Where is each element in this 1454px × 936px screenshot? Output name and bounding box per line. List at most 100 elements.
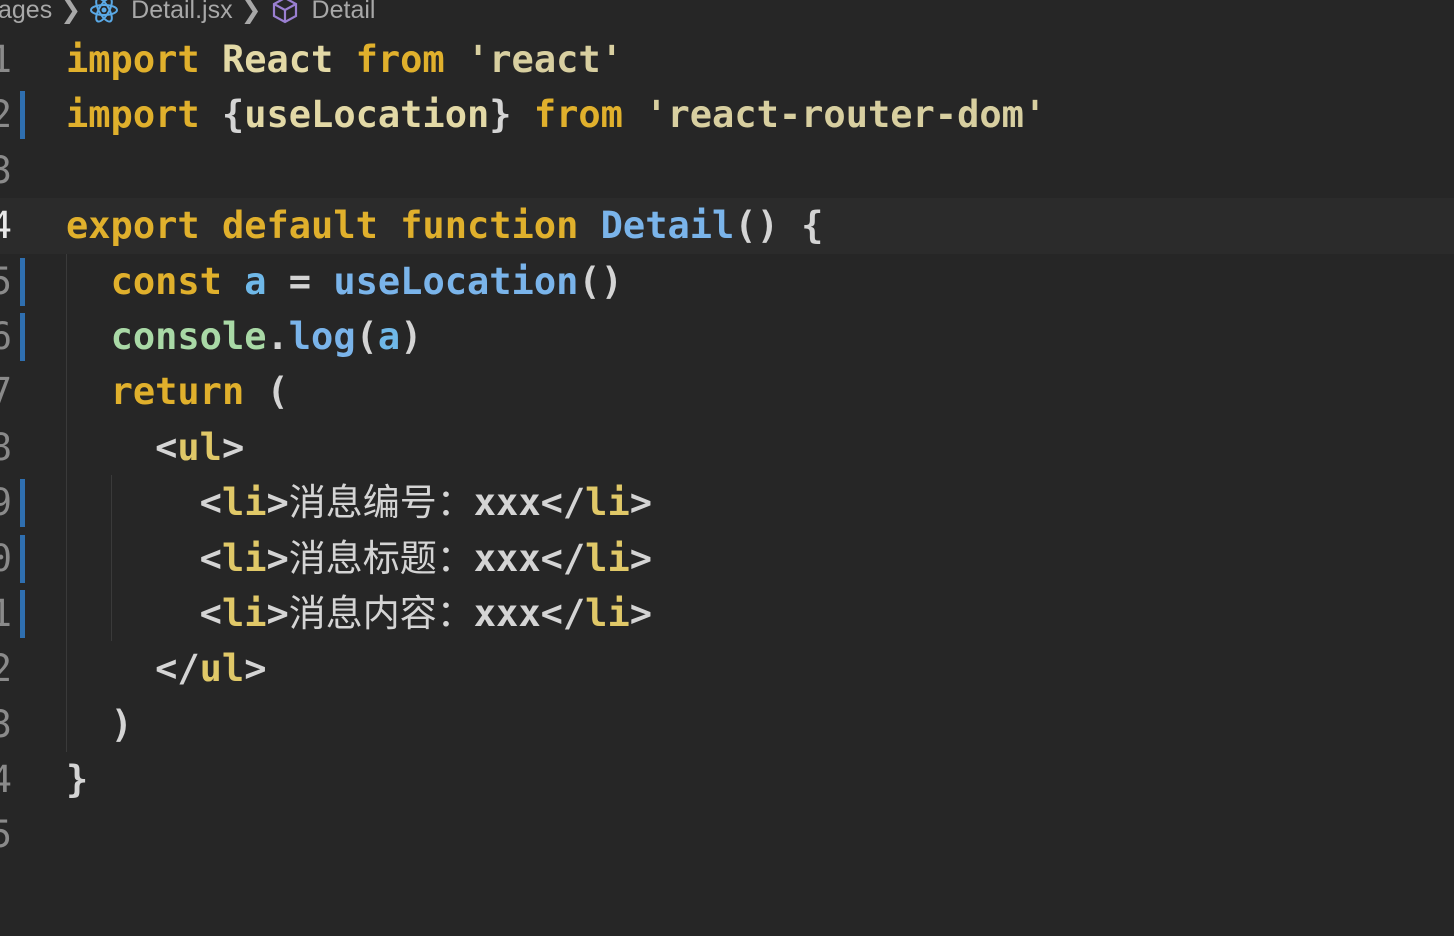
code-token: li <box>585 481 630 525</box>
code-token: < <box>66 591 222 635</box>
code-token: li <box>585 591 630 635</box>
code-token: return <box>110 370 245 414</box>
git-change-marker[interactable] <box>20 589 25 638</box>
line-number: 9 <box>0 481 12 525</box>
code-token: ( <box>355 314 378 358</box>
code-token: li <box>585 536 630 580</box>
code-line[interactable]: 5 <box>0 807 1454 862</box>
code-token: from <box>355 38 445 81</box>
line-content[interactable]: return ( <box>66 364 289 419</box>
line-content[interactable]: console.log(a) <box>66 309 423 364</box>
git-change-marker[interactable] <box>20 257 25 306</box>
code-token: default <box>221 204 378 248</box>
code-token: xxx</ <box>473 536 586 580</box>
git-change-marker[interactable] <box>20 479 25 528</box>
line-number: 5 <box>0 259 12 303</box>
code-line[interactable]: 1 <li>消息内容：xxx</li> <box>0 585 1454 642</box>
code-token: < <box>66 536 222 580</box>
code-token: li <box>221 591 267 635</box>
code-token: > <box>629 481 653 525</box>
code-token: xxx</ <box>473 591 586 635</box>
code-token: } <box>489 93 534 137</box>
line-number: 7 <box>0 370 12 414</box>
git-change-marker[interactable] <box>20 312 25 361</box>
code-line[interactable]: 8 <ul> <box>0 419 1454 476</box>
line-number: 3 <box>0 148 12 192</box>
git-change-marker[interactable] <box>20 534 25 583</box>
line-number: 1 <box>0 591 12 635</box>
code-token: () { <box>734 204 824 248</box>
code-line[interactable]: 0 <li>消息标题：xxx</li> <box>0 530 1454 586</box>
code-line[interactable]: 4} <box>0 752 1454 807</box>
line-content[interactable]: <li>消息内容：xxx</li> <box>66 586 652 641</box>
code-token: > <box>629 591 653 635</box>
line-content[interactable]: export default function Detail() { <box>66 198 823 253</box>
code-token: 消息内容： <box>288 591 474 635</box>
code-line[interactable]: 4 export default function Detail() { <box>0 198 1454 254</box>
breadcrumb-item-symbol[interactable]: Detail <box>312 0 376 25</box>
line-number: 2 <box>0 647 12 691</box>
code-token: > <box>266 481 289 525</box>
code-token: > <box>221 425 245 469</box>
chevron-right-icon: ❯ <box>60 0 82 24</box>
code-token: useLocation <box>244 93 490 137</box>
breadcrumb-item-pages[interactable]: ages <box>0 0 52 25</box>
code-token: export <box>66 204 200 248</box>
code-line[interactable]: 7 return ( <box>0 364 1454 420</box>
code-token: ) <box>400 314 423 358</box>
line-content[interactable]: <li>消息标题：xxx</li> <box>66 531 652 586</box>
code-token: React <box>221 38 334 81</box>
code-token: < <box>66 481 222 525</box>
line-number: 8 <box>0 425 12 469</box>
breadcrumb: ages ❯ Detail.jsx ❯ Detail <box>0 0 375 26</box>
code-line[interactable]: 6 console.log(a) <box>0 308 1454 365</box>
code-line[interactable]: 3 ) <box>0 696 1454 753</box>
line-content[interactable]: </ul> <box>66 641 266 696</box>
code-line[interactable]: 2 </ul> <box>0 641 1454 697</box>
code-token: li <box>221 536 267 580</box>
react-icon <box>89 0 119 24</box>
line-content[interactable]: <li>消息编号：xxx</li> <box>66 475 652 530</box>
code-line[interactable]: 1 import React from 'react' <box>0 32 1454 87</box>
code-line[interactable]: 3 <box>0 143 1454 198</box>
code-area[interactable]: 1 import React from 'react' 2 import {useLo… <box>0 32 1454 863</box>
code-token: 消息编号： <box>288 481 474 525</box>
code-line[interactable]: 9 <li>消息编号：xxx</li> <box>0 475 1454 531</box>
code-token: import <box>66 38 200 81</box>
code-token: 'react-router-dom' <box>645 93 1047 137</box>
code-line[interactable]: 5 const a = useLocation() <box>0 253 1454 309</box>
breadcrumb-item-file[interactable]: Detail.jsx <box>131 0 232 25</box>
line-content[interactable]: ) <box>66 697 133 752</box>
git-change-marker[interactable] <box>20 91 25 140</box>
code-line[interactable]: 2 import {useLocation} from 'react-router… <box>0 87 1454 142</box>
line-number: 4 <box>0 758 12 802</box>
line-content[interactable]: import React from 'react' <box>66 32 623 87</box>
line-number: 3 <box>0 702 12 746</box>
code-token: xxx</ <box>473 481 586 525</box>
code-token: a <box>377 314 401 358</box>
code-token: } <box>66 758 89 802</box>
code-token: useLocation <box>333 259 579 303</box>
line-number: 0 <box>0 536 12 580</box>
code-token: ul <box>199 647 245 691</box>
line-content[interactable]: } <box>66 752 88 807</box>
code-editor[interactable]: ages ❯ Detail.jsx ❯ Detail 1 import React… <box>0 0 1454 936</box>
line-content[interactable]: const a = useLocation() <box>66 254 623 309</box>
code-token: 消息标题： <box>288 536 474 580</box>
code-token: Detail <box>600 204 735 248</box>
code-token: ( <box>244 370 289 414</box>
line-number: 4 <box>0 204 12 248</box>
code-token: 'react' <box>467 38 623 81</box>
line-number: 2 <box>0 93 12 137</box>
line-content[interactable]: import {useLocation} from 'react-router-… <box>66 87 1046 142</box>
line-content[interactable]: <ul> <box>66 420 244 475</box>
code-token: . <box>266 314 289 358</box>
